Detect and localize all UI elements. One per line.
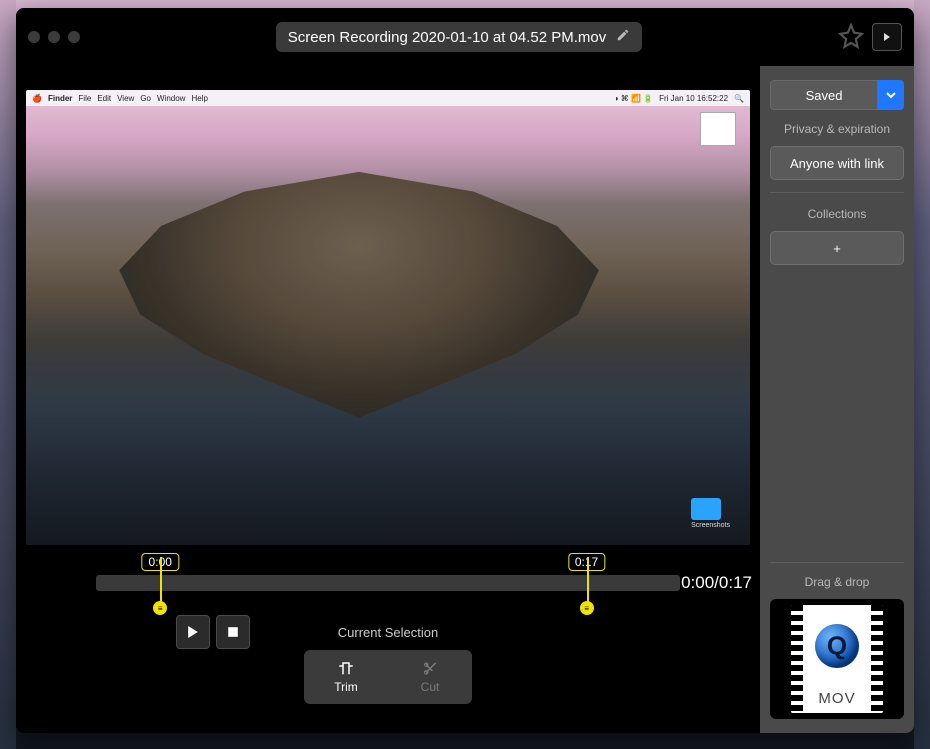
folder-label: Screenshots xyxy=(691,522,730,529)
stop-button[interactable] xyxy=(216,615,250,649)
play-button[interactable] xyxy=(176,615,210,649)
zoom-window-icon[interactable] xyxy=(68,31,80,43)
saved-dropdown-toggle[interactable] xyxy=(878,80,904,110)
selection-start-handle[interactable]: ≡ xyxy=(153,601,167,615)
menubar-item: View xyxy=(117,94,134,103)
video-preview[interactable]: 🍎 Finder File Edit View Go Window Help ◑… xyxy=(26,90,750,545)
apple-menu-icon: 🍎 xyxy=(32,94,42,103)
desktop-background-right xyxy=(914,0,930,749)
preview-menubar: 🍎 Finder File Edit View Go Window Help ◑… xyxy=(26,90,750,106)
cut-button[interactable]: Cut xyxy=(388,650,472,704)
menubar-app: Finder xyxy=(48,94,72,103)
file-extension-label: MOV xyxy=(791,690,883,707)
menubar-item: File xyxy=(78,94,91,103)
close-window-icon[interactable] xyxy=(28,31,40,43)
trim-button[interactable]: Trim xyxy=(304,650,388,704)
share-button[interactable] xyxy=(872,23,902,51)
time-readout: 0:00/0:17 xyxy=(681,573,752,593)
sidebar: Saved Privacy & expiration Anyone with l… xyxy=(760,66,914,733)
minimize-window-icon[interactable] xyxy=(48,31,60,43)
file-thumbnail: Q MOV xyxy=(791,605,883,713)
edit-title-icon[interactable] xyxy=(616,28,630,46)
collections-section-heading: Collections xyxy=(770,207,904,221)
selection-actions: Trim Cut xyxy=(304,650,472,704)
add-collection-button[interactable]: + xyxy=(770,231,904,265)
saved-button-label[interactable]: Saved xyxy=(770,80,878,110)
cut-label: Cut xyxy=(421,680,440,694)
menubar-item: Window xyxy=(157,94,185,103)
menubar-clock: Fri Jan 10 16:52:22 xyxy=(659,94,728,103)
preview-folder: Screenshots xyxy=(691,498,730,529)
desktop-background-left xyxy=(0,0,16,749)
divider xyxy=(770,192,904,193)
file-title-text: Screen Recording 2020-01-10 at 04.52 PM.… xyxy=(288,29,607,46)
menubar-item: Help xyxy=(191,94,207,103)
folder-icon xyxy=(691,498,721,520)
menubar-item: Edit xyxy=(97,94,111,103)
drag-drop-label: Drag & drop xyxy=(770,575,904,589)
trim-label: Trim xyxy=(334,680,358,694)
privacy-section-heading: Privacy & expiration xyxy=(770,122,904,136)
file-title-field[interactable]: Screen Recording 2020-01-10 at 04.52 PM.… xyxy=(276,22,643,52)
quicktime-q-glyph: Q xyxy=(827,631,847,662)
preview-landscape xyxy=(98,172,619,418)
saved-split-button[interactable]: Saved xyxy=(770,80,904,110)
window-controls[interactable] xyxy=(28,31,80,43)
timeline: 0:00 0:17 ≡ xyxy=(26,545,750,704)
divider xyxy=(770,562,904,563)
menubar-item: Go xyxy=(140,94,151,103)
menubar-search-icon: 🔍 xyxy=(734,94,744,103)
preview-desktop-file xyxy=(700,112,736,146)
menubar-status-icons: ◑ ⌘ 📶 🔋 xyxy=(614,94,653,103)
titlebar: Screen Recording 2020-01-10 at 04.52 PM.… xyxy=(16,8,914,66)
favorite-star-icon[interactable] xyxy=(838,23,864,52)
app-window: Screen Recording 2020-01-10 at 04.52 PM.… xyxy=(16,8,914,733)
selection-end-handle[interactable]: ≡ xyxy=(580,601,594,615)
privacy-visibility-button[interactable]: Anyone with link xyxy=(770,146,904,180)
timeline-track[interactable]: ≡ ≡ 0:00/0:17 xyxy=(96,575,680,591)
draggable-file-chip[interactable]: Q MOV xyxy=(770,599,904,719)
video-editor-area: 🍎 Finder File Edit View Go Window Help ◑… xyxy=(16,66,760,733)
